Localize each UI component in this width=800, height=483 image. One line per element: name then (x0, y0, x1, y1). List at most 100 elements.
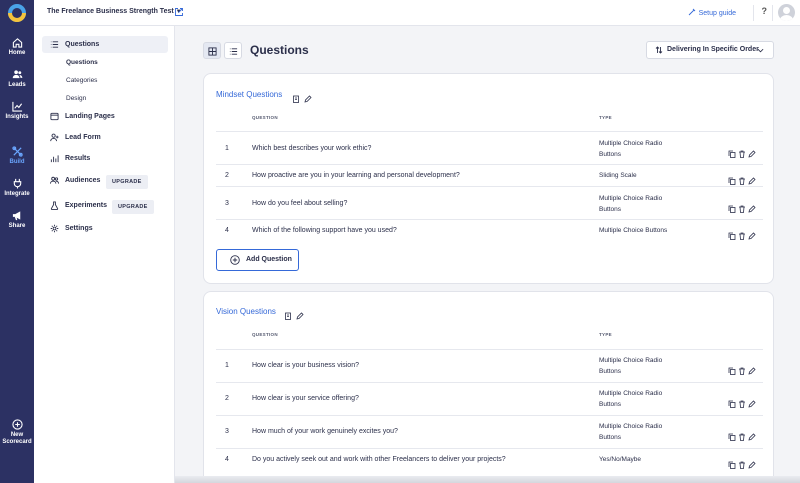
rail-item-home[interactable]: Home (0, 37, 34, 56)
user-add-icon (50, 133, 59, 142)
scorecard-title-dropdown[interactable]: The Freelance Business Strength Test ▼ (47, 8, 182, 15)
row-question: Which best describes your work ethic? (252, 145, 372, 152)
avatar[interactable] (778, 4, 795, 21)
rail-label: Build (9, 159, 25, 165)
rail-item-share[interactable]: Share (0, 210, 34, 229)
duplicate-icon[interactable] (728, 367, 736, 375)
row-number: 3 (225, 200, 229, 207)
rail-item-build[interactable]: Build (0, 146, 34, 165)
table-row[interactable]: 3 How much of your work genuinely excite… (216, 415, 763, 448)
column-header-question: QUESTION (252, 115, 278, 120)
subnav-item-results[interactable]: Results (42, 150, 168, 167)
new-scorecard-button[interactable]: New Scorecard (0, 419, 34, 446)
pencil-icon[interactable] (748, 367, 756, 375)
list-icon (50, 41, 59, 48)
duplicate-icon[interactable] (728, 433, 736, 441)
table-row[interactable]: 4 Which of the following support have yo… (216, 219, 763, 241)
row-type-line: Multiple Choice Radio (599, 140, 663, 147)
table-row[interactable]: 3 How do you feel about selling? Multipl… (216, 186, 763, 219)
external-link-icon[interactable] (174, 7, 184, 17)
subnav-item-landing-pages[interactable]: Landing Pages (42, 108, 168, 125)
help-button[interactable]: ? (762, 6, 768, 16)
section-title[interactable]: Vision Questions (216, 307, 276, 316)
duplicate-icon[interactable] (728, 232, 736, 240)
pencil-icon[interactable] (748, 461, 756, 469)
order-label: Delivering In Specific Order (667, 46, 759, 53)
subnav-sub-categories[interactable]: Categories (66, 77, 97, 84)
trash-icon[interactable] (738, 367, 746, 375)
row-question: How clear is your service offering? (252, 395, 359, 402)
archive-icon[interactable] (284, 312, 292, 320)
duplicate-icon[interactable] (728, 177, 736, 185)
subnav-sub-design[interactable]: Design (66, 95, 86, 102)
pencil-icon[interactable] (304, 95, 312, 103)
rail-label: Share (8, 223, 26, 229)
trash-icon[interactable] (738, 461, 746, 469)
top-bar: The Freelance Business Strength Test ▼ S… (34, 0, 800, 26)
pencil-icon[interactable] (748, 400, 756, 408)
plus-circle-icon (11, 419, 23, 430)
rail-item-insights[interactable]: Insights (0, 101, 34, 120)
pencil-icon[interactable] (748, 205, 756, 213)
plus-circle-icon (230, 255, 240, 265)
column-header-question: QUESTION (252, 332, 278, 337)
table-row[interactable]: 2 How proactive are you in your learning… (216, 164, 763, 186)
duplicate-icon[interactable] (728, 461, 736, 469)
table-row[interactable]: 2 How clear is your service offering? Mu… (216, 382, 763, 415)
duplicate-icon[interactable] (728, 150, 736, 158)
section-card-mindset: Mindset Questions QUESTION TYPE 1 Which … (203, 73, 774, 284)
row-type: Multiple Choice Radio Buttons (599, 193, 689, 215)
row-actions (728, 362, 758, 380)
subnav-item-lead-form[interactable]: Lead Form (42, 129, 168, 146)
setup-guide-link[interactable]: Setup guide (688, 8, 736, 17)
duplicate-icon[interactable] (728, 400, 736, 408)
duplicate-icon[interactable] (728, 205, 736, 213)
pencil-icon[interactable] (748, 433, 756, 441)
rail-item-integrate[interactable]: Integrate (0, 178, 34, 197)
row-actions (728, 200, 758, 218)
table-row[interactable]: 4 Do you actively seek out and work with… (216, 448, 763, 470)
rail-label: Leads (8, 82, 26, 88)
pencil-icon[interactable] (296, 312, 304, 320)
pencil-icon[interactable] (748, 177, 756, 185)
pencil-icon[interactable] (748, 150, 756, 158)
row-type: Sliding Scale (599, 170, 689, 181)
row-type: Multiple Choice Radio Buttons (599, 355, 689, 377)
app-logo[interactable] (8, 4, 26, 22)
table-row[interactable]: 1 Which best describes your work ethic? … (216, 131, 763, 164)
audiences-upgrade-badge[interactable]: UPGRADE (106, 175, 148, 189)
new-scorecard-label-2: Scorecard (2, 439, 32, 445)
plug-icon (13, 178, 21, 189)
trash-icon[interactable] (738, 232, 746, 240)
pencil-icon[interactable] (748, 232, 756, 240)
trash-icon[interactable] (738, 150, 746, 158)
bottom-scroll-shadow (175, 476, 800, 483)
grid-view-toggle[interactable] (203, 42, 221, 59)
trash-icon[interactable] (738, 433, 746, 441)
list-view-toggle[interactable] (224, 42, 242, 59)
row-type-line: Multiple Choice Buttons (599, 227, 668, 234)
subnav-item-questions[interactable]: Questions (42, 36, 168, 53)
rail-item-leads[interactable]: Leads (0, 69, 34, 88)
setup-guide-label: Setup guide (698, 10, 736, 17)
row-type-line: Multiple Choice Radio (599, 195, 663, 202)
row-actions (728, 395, 758, 413)
trash-icon[interactable] (738, 205, 746, 213)
users-icon (12, 70, 22, 79)
subnav-sub-questions[interactable]: Questions (66, 59, 98, 66)
archive-icon[interactable] (292, 95, 300, 103)
experiments-upgrade-badge[interactable]: UPGRADE (112, 200, 154, 214)
row-question: How proactive are you in your learning a… (252, 172, 460, 179)
order-dropdown[interactable]: Delivering In Specific Order (646, 41, 774, 59)
subnav-item-settings[interactable]: Settings (42, 220, 168, 237)
row-number: 4 (225, 227, 229, 234)
table-row[interactable]: 1 How clear is your business vision? Mul… (216, 349, 763, 382)
trash-icon[interactable] (738, 400, 746, 408)
row-type-line: Multiple Choice Radio (599, 390, 663, 397)
subnav-item-audiences[interactable]: Audiences (42, 172, 168, 189)
row-type-line: Buttons (599, 151, 622, 158)
row-actions (728, 145, 758, 163)
add-question-button[interactable]: Add Question (216, 249, 299, 271)
trash-icon[interactable] (738, 177, 746, 185)
section-title[interactable]: Mindset Questions (216, 90, 282, 99)
